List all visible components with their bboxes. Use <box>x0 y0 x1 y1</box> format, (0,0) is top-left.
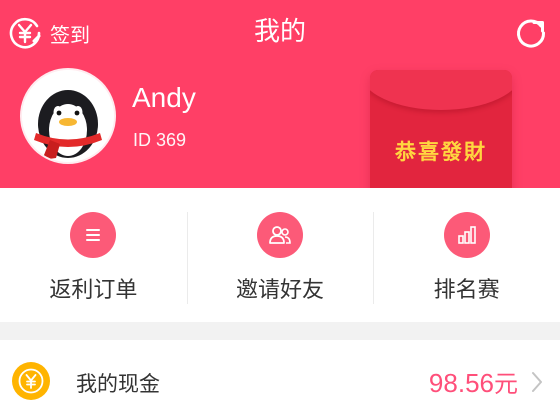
yen-coin-icon-badge <box>12 362 50 400</box>
penguin-avatar-icon <box>22 70 114 162</box>
friends-icon <box>269 226 291 244</box>
page-title: 我的 <box>253 17 306 47</box>
ranking-button[interactable]: 排名赛 <box>373 188 560 322</box>
yen-coin-icon <box>18 368 44 394</box>
my-cash-label: 我的现金 <box>76 372 160 396</box>
quick-actions: 返利订单 邀请好友 排名赛 <box>0 188 560 322</box>
cash-amount-number: 98.56 <box>428 368 494 398</box>
list-icon <box>86 229 101 241</box>
red-packet-text: 恭喜發財 <box>395 139 487 164</box>
ranking-label: 排名赛 <box>433 278 500 303</box>
user-id: ID 369 <box>133 130 187 150</box>
list-icon-badge <box>70 212 117 258</box>
section-divider <box>0 322 560 340</box>
ranking-icon-badge <box>443 212 490 258</box>
profile-header: 签到 我的 Andy ID 369 恭喜發財 <box>0 0 560 188</box>
my-page-screen: 签到 我的 Andy ID 369 恭喜發財 返利订单 邀请好友 排名赛 我的现… <box>0 0 560 420</box>
invite-friends-button[interactable]: 邀请好友 <box>186 188 374 322</box>
cash-amount: 98.56元 <box>429 364 518 399</box>
red-packet-flap <box>370 70 512 110</box>
friends-icon-badge <box>257 212 303 258</box>
rebate-orders-button[interactable]: 返利订单 <box>0 188 187 322</box>
ranking-icon <box>457 226 476 244</box>
chevron-right-icon <box>532 372 542 392</box>
rebate-orders-label: 返利订单 <box>49 278 138 303</box>
refresh-icon[interactable] <box>514 16 548 50</box>
invite-friends-label: 邀请好友 <box>236 278 325 303</box>
red-packet-button[interactable]: 恭喜發財 <box>370 70 512 188</box>
cash-amount-unit: 元 <box>494 370 518 398</box>
username: Andy <box>132 82 196 113</box>
avatar[interactable] <box>22 70 114 162</box>
my-cash-row[interactable]: 我的现金 98.56元 <box>0 340 560 420</box>
